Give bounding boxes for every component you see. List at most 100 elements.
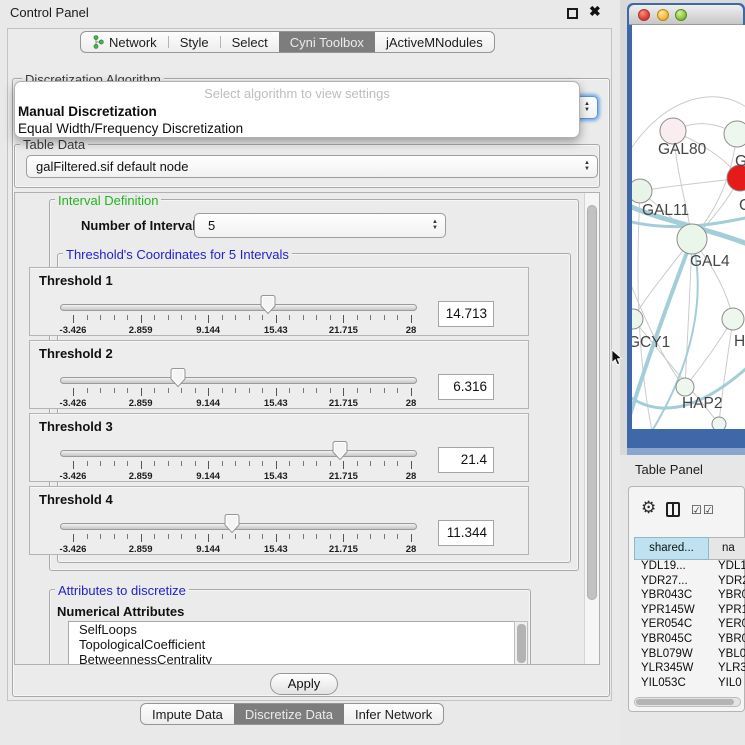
node-label-c: C	[739, 197, 745, 214]
tick-mark	[168, 461, 169, 466]
table-row[interactable]: YDR27...YDR2	[634, 575, 745, 590]
slider-thumb[interactable]	[261, 295, 276, 314]
tick-mark	[222, 461, 223, 466]
table-row[interactable]: YBR043CYBR0	[634, 589, 745, 604]
threshold-value-field[interactable]: 21.4	[438, 447, 494, 473]
zoom-traffic-light-icon[interactable]	[675, 9, 687, 21]
threshold-slider-track[interactable]	[60, 304, 417, 311]
network-node[interactable]	[676, 378, 694, 396]
network-node[interactable]	[724, 121, 745, 147]
tick-label: 2.859	[129, 471, 153, 482]
settings-vertical-scrollbar[interactable]	[584, 193, 599, 664]
tick-mark	[262, 388, 263, 393]
network-node[interactable]	[722, 308, 744, 330]
tick-label: 9.144	[196, 398, 220, 409]
checked-box-icon-1[interactable]: ☑	[691, 503, 702, 517]
cell-shared-name: YBR045C	[634, 633, 709, 648]
number-of-intervals-combobox[interactable]: 5 ▲▼	[194, 213, 446, 238]
bottom-tab-impute-data[interactable]: Impute Data	[141, 704, 234, 724]
attributes-group-title: Attributes to discretize	[55, 583, 189, 598]
column-header-shared-name[interactable]: shared...	[634, 537, 709, 560]
table-row[interactable]: YIL053CYIL0	[634, 677, 745, 690]
tick-mark	[262, 315, 263, 320]
control-panel-titlebar: Control Panel ✖	[0, 0, 620, 26]
tick-mark	[100, 388, 101, 393]
table-row[interactable]: YBR045CYBR0	[634, 633, 745, 648]
threshold-value-field[interactable]: 11.344	[438, 520, 494, 546]
network-node[interactable]	[632, 179, 652, 203]
cell-shared-name: YLR345W	[634, 662, 709, 677]
tick-mark	[87, 461, 88, 466]
tab-label: Network	[109, 35, 157, 50]
minimize-traffic-light-icon[interactable]	[657, 9, 669, 21]
table-row[interactable]: YDL19...YDL1	[634, 560, 745, 575]
tick-mark	[316, 461, 317, 466]
tick-mark	[316, 315, 317, 320]
numerical-attributes-list[interactable]: SelfLoopsTopologicalCoefficientBetweenne…	[68, 621, 527, 665]
threshold-value-field[interactable]: 6.316	[438, 374, 494, 400]
tick-label: -3.426	[60, 544, 87, 555]
network-node[interactable]	[677, 224, 707, 254]
tick-mark	[208, 534, 209, 542]
slider-thumb[interactable]	[170, 368, 185, 387]
slider-thumb[interactable]	[333, 441, 348, 460]
tick-label: 15.43	[264, 398, 288, 409]
tick-label: 28	[406, 325, 417, 336]
close-icon[interactable]: ✖	[589, 3, 601, 20]
column-header-name[interactable]: na	[709, 537, 745, 560]
tick-mark	[73, 315, 74, 323]
attributes-list-scrollbar[interactable]	[514, 621, 528, 665]
dropdown-option-manual-discretization[interactable]: Manual Discretization	[15, 103, 579, 120]
tab-jactivemnodules[interactable]: jActiveMNodules	[375, 32, 494, 52]
settings-scrollpane: Interval Definition Number of Intervals …	[14, 192, 600, 665]
table-data-combobox[interactable]: galFiltered.sif default node ▲▼	[26, 155, 598, 178]
tick-label: 28	[406, 544, 417, 555]
tab-cyni-toolbox[interactable]: Cyni Toolbox	[279, 32, 375, 52]
gear-icon[interactable]: ⚙	[641, 498, 656, 518]
dropdown-placeholder-item[interactable]: Select algorithm to view settings	[15, 86, 579, 103]
tick-mark	[195, 315, 196, 320]
interval-definition-group-title: Interval Definition	[55, 193, 161, 208]
table-row[interactable]: YLR345WYLR3	[634, 662, 745, 677]
network-node[interactable]	[632, 309, 643, 329]
table-horizontal-scrollbar[interactable]	[634, 697, 741, 707]
cell-shared-name: YIL053C	[634, 677, 709, 690]
threshold-slider-track[interactable]	[60, 450, 417, 457]
scrollbar-thumb[interactable]	[587, 205, 597, 600]
attribute-item-selfloops[interactable]: SelfLoops	[69, 622, 526, 637]
network-canvas[interactable]: GAL80GACGAL11GAL4GCY1HHAP2	[632, 25, 745, 429]
tab-label: Select	[232, 35, 268, 50]
tab-style[interactable]: Style	[169, 32, 220, 52]
attribute-item-topologicalcoefficient[interactable]: TopologicalCoefficient	[69, 637, 526, 652]
network-node[interactable]	[712, 417, 726, 429]
tick-mark	[384, 315, 385, 320]
network-tree-icon	[92, 35, 104, 49]
table-row[interactable]: YPR145WYPR1	[634, 604, 745, 619]
tick-mark	[384, 461, 385, 466]
dropdown-option-equal-width-frequency[interactable]: Equal Width/Frequency Discretization	[15, 120, 579, 137]
close-traffic-light-icon[interactable]	[638, 9, 650, 21]
cell-shared-name: YDL19...	[634, 560, 709, 575]
tab-network[interactable]: Network	[81, 32, 168, 52]
table-row[interactable]: YBL079WYBL0	[634, 648, 745, 663]
table-row[interactable]: YER054CYER0	[634, 618, 745, 633]
bottom-tab-infer-network[interactable]: Infer Network	[344, 704, 443, 724]
tab-select[interactable]: Select	[221, 32, 279, 52]
column-layout-icon[interactable]	[666, 502, 680, 517]
slider-thumb[interactable]	[224, 514, 239, 533]
threshold-value-field[interactable]: 14.713	[438, 301, 494, 327]
float-icon[interactable]	[567, 8, 578, 19]
tick-mark	[330, 534, 331, 539]
cell-name: YBL0	[709, 648, 745, 663]
slider-tick-labels: -3.426 2.859 9.144 15.43 21.715 28	[73, 471, 411, 481]
thresholds-group-title: Threshold's Coordinates for 5 Intervals	[63, 247, 292, 262]
checked-box-icon-2[interactable]: ☑	[703, 503, 714, 517]
bottom-tab-discretize-data[interactable]: Discretize Data	[234, 704, 344, 724]
attribute-item-betweennesscentrality[interactable]: BetweennessCentrality	[69, 652, 526, 665]
tick-label: 2.859	[129, 325, 153, 336]
network-window-titlebar[interactable]	[629, 5, 743, 25]
tick-mark	[100, 461, 101, 466]
threshold-slider-track[interactable]	[60, 377, 417, 384]
apply-button[interactable]: Apply	[270, 673, 338, 695]
tick-mark	[384, 388, 385, 393]
